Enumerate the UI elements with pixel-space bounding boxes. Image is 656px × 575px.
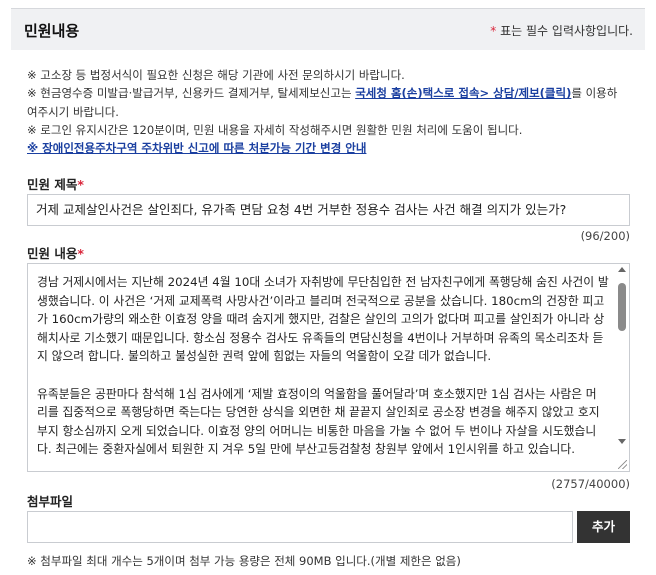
add-attachment-button[interactable]: 추가: [577, 511, 630, 543]
title-field-label: 민원 제목*: [27, 174, 84, 193]
content-label-text: 민원 내용: [27, 246, 78, 261]
scroll-thumb[interactable]: [618, 283, 626, 331]
textarea-scrollbar[interactable]: [616, 265, 628, 470]
required-asterisk: *: [77, 246, 84, 261]
notice-line-1: ※ 고소장 등 법정서식이 필요한 신청은 해당 기관에 사전 문의하시기 바랍…: [27, 68, 405, 82]
content-textarea[interactable]: 경남 거제시에서는 지난해 2024년 4월 10대 소녀가 자취방에 무단침입…: [27, 263, 630, 472]
required-notice: * 표는 필수 입력사항입니다.: [490, 22, 633, 39]
content-char-counter: (2757/40000): [551, 477, 630, 491]
resize-grip-icon[interactable]: [618, 460, 627, 469]
attachment-label: 첨부파일: [27, 494, 74, 509]
required-notice-text: 표는 필수 입력사항입니다.: [496, 24, 633, 38]
title-char-counter: (96/200): [580, 229, 630, 243]
content-line: 유족분들은 공판마다 참석해 1심 검사에게 ‘제발 효정이의 억울함을 풀어달…: [37, 386, 597, 401]
notice-line-2-text: ※ 현금영수증 미발급·발급거부, 신용카드 결제거부, 탈세제보신고는: [27, 86, 356, 101]
content-line: 해치사로 기소했기 때문입니다. 항소심 정용수 검사도 유족들의 면담신청을 …: [37, 330, 604, 345]
content-line: 리를 집중적으로 폭행당하면 죽는다는 당연한 상식을 외면한 채 끝끝지 살인…: [37, 405, 600, 420]
notice-line-2-tail: 를 이용하: [571, 86, 618, 101]
scroll-up-arrow-icon[interactable]: [618, 267, 626, 272]
notice-block: ※ 고소장 등 법정서식이 필요한 신청은 해당 기관에 사전 문의하시기 바랍…: [27, 66, 637, 157]
attachment-footnote: ※ 첨부파일 최대 개수는 5개이며 첨부 가능 용량은 전체 90MB 입니다…: [27, 554, 461, 568]
attachment-file-input[interactable]: [27, 511, 573, 543]
content-line: 가 160cm가량의 왜소한 이효정 양을 때려 숨지게 했지만, 검찰은 살인…: [37, 312, 605, 327]
content-line: 지 않으려 합니다. 불의하고 불성실한 권력 앞에 힘없는 자들의 억울함이 …: [37, 349, 492, 364]
content-field-label: 민원 내용*: [27, 243, 84, 262]
notice-line-3: 여주시기 바랍니다.: [27, 104, 119, 119]
content-line: 생했습니다. 이 사건은 ‘거제 교제폭력 사망사건’이라고 블리며 전국적으로…: [37, 293, 605, 308]
parking-violation-link[interactable]: ※ 장애인전용주차구역 주차위반 신고에 따른 처분가능 기간 변경 안내: [27, 141, 366, 155]
content-line: 부지 항소심까지 오게 되었습니다. 이효정 양의 어머니는 비통한 마음을 가…: [37, 423, 597, 438]
notice-line-2: ※ 현금영수증 미발급·발급거부, 신용카드 결제거부, 탈세제보신고는 국세청…: [27, 84, 637, 102]
required-asterisk: *: [77, 177, 84, 192]
scroll-down-arrow-icon[interactable]: [618, 439, 626, 444]
hometax-link[interactable]: 국세청 홈(손)택스로 접속> 상담/제보(클릭): [355, 86, 571, 100]
content-line: 다. 최근에는 중환자실에서 퇴원한 지 겨우 5일 만에 부산고등검찰청 창원…: [37, 442, 575, 457]
title-label-text: 민원 제목: [27, 177, 78, 192]
section-title: 민원내용: [24, 22, 80, 40]
notice-line-5: ※ 장애인전용주차구역 주차위반 신고에 따른 처분가능 기간 변경 안내: [27, 139, 637, 157]
notice-line-4: ※ 로그인 유지시간은 120분이며, 민원 내용을 자세히 작성해주시면 원활…: [27, 122, 523, 137]
content-line: 경남 거제시에서는 지난해 2024년 4월 10대 소녀가 자취방에 무단침입…: [37, 275, 609, 289]
section-header: 민원내용 * 표는 필수 입력사항입니다.: [11, 8, 645, 50]
title-input[interactable]: 거제 교제살인사건은 살인죄다, 유가족 면담 요청 4번 거부한 정용수 검사…: [27, 194, 630, 226]
